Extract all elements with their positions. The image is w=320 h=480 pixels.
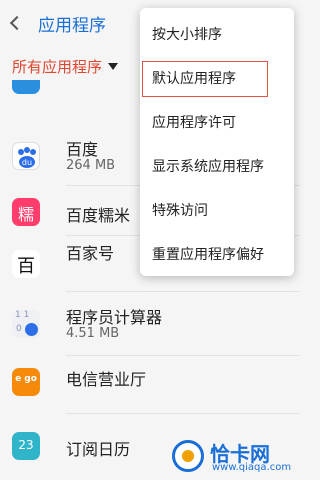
menu-item-show-system-apps[interactable]: 显示系统应用程序 (140, 148, 294, 184)
programmer-calculator-icon: 1 1 0 (12, 310, 40, 338)
menu-item-special-access[interactable]: 特殊访问 (140, 192, 294, 228)
overflow-menu: 按大小排序 默认应用程序 应用程序许可 显示系统应用程序 特殊访问 重置应用程序… (140, 8, 294, 276)
menu-item-label: 按大小排序 (152, 27, 222, 43)
calendar-icon-glyph: 23 (18, 438, 34, 452)
highlight-box (142, 61, 268, 97)
calculator-icon-glyph-top: 1 1 (15, 310, 30, 320)
baidu-icon-glyph: du (22, 158, 32, 167)
filter-label: 所有应用程序 (12, 57, 103, 76)
baijiahao-icon: 百 (12, 250, 40, 278)
baidu-icon: du (12, 142, 40, 170)
partial-app-icon (12, 80, 40, 94)
telecom-icon-glyph: e go (15, 374, 37, 384)
menu-item-app-permissions[interactable]: 应用程序许可 (140, 104, 294, 140)
app-name: 百家号 (66, 244, 115, 263)
app-name: 程序员计算器 (66, 308, 163, 327)
page-title: 应用程序 (38, 16, 106, 36)
menu-item-label: 应用程序许可 (152, 115, 236, 131)
telecom-hall-icon: e go (12, 368, 40, 396)
app-name: 百度 (66, 140, 99, 159)
watermark-logo: 恰卡网 www.qiaqa.com (172, 436, 296, 476)
baidu-nuomi-icon-glyph: 糯 (17, 205, 34, 224)
subscription-calendar-icon: 23 (12, 432, 40, 460)
app-name: 订阅日历 (66, 440, 131, 459)
app-filter-dropdown[interactable]: 所有应用程序 (12, 54, 119, 78)
list-item-telecom-hall[interactable]: e go 电信营业厅 (0, 356, 300, 414)
caret-down-icon (108, 62, 119, 70)
menu-item-label: 特殊访问 (152, 203, 208, 219)
app-name: 电信营业厅 (66, 370, 147, 389)
list-item-programmer-calculator[interactable]: 1 1 0 程序员计算器 4.51 MB (0, 292, 300, 356)
calculator-icon-glyph-bottom: 0 (16, 324, 22, 334)
baidu-nuomi-icon: 糯 (12, 198, 40, 226)
baijiahao-icon-glyph: 百 (17, 256, 35, 277)
equals-badge (25, 323, 38, 336)
app-size: 4.51 MB (66, 326, 120, 341)
app-name: 百度糯米 (66, 206, 131, 225)
menu-item-label: 重置应用程序偏好 (152, 247, 264, 263)
menu-item-sort-by-size[interactable]: 按大小排序 (140, 16, 294, 52)
menu-item-label: 显示系统应用程序 (152, 159, 264, 175)
watermark-circle-icon (172, 440, 204, 472)
back-button[interactable] (6, 10, 26, 36)
app-size: 264 MB (66, 158, 116, 173)
menu-item-reset-app-preferences[interactable]: 重置应用程序偏好 (140, 236, 294, 272)
watermark-url: www.qiaqa.com (212, 462, 292, 473)
